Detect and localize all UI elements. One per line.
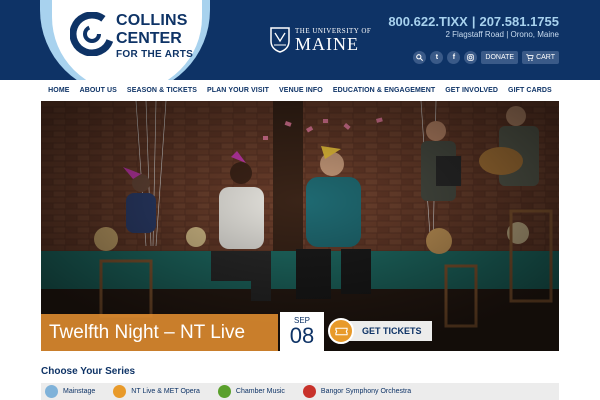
series-label: NT Live & MET Opera [131,388,200,395]
site-header: COLLINS CENTER FOR THE ARTS THE UNIVERSI… [0,0,600,80]
series-mainstage[interactable]: Mainstage [45,385,95,398]
logo-wordmark[interactable]: COLLINS CENTER FOR THE ARTS [116,13,193,60]
get-tickets-group[interactable]: GET TICKETS [328,317,432,345]
instagram-icon [467,54,475,61]
university-shield-icon [270,27,290,53]
logo-line-3: FOR THE ARTS [116,49,194,60]
get-tickets-button[interactable]: GET TICKETS [348,321,432,341]
phone-separator: | [471,14,476,29]
nav-home[interactable]: HOME [48,87,69,94]
cart-button[interactable]: CART [522,51,559,64]
ticket-icon [334,327,348,335]
nav-gift-cards[interactable]: GIFT CARDS [508,87,552,94]
nav-about-us[interactable]: ABOUT US [80,87,117,94]
logo-line-2: CENTER [116,30,182,47]
donate-button[interactable]: DONATE [481,51,519,64]
ticket-icon-badge[interactable] [328,318,354,344]
nav-venue-info[interactable]: VENUE INFO [279,87,323,94]
instagram-button[interactable] [464,51,478,64]
series-label: Bangor Symphony Orchestra [320,388,412,395]
phone-1[interactable]: 800.622.TIXX [388,14,468,29]
series-chamber-music[interactable]: Chamber Music [217,385,285,398]
cart-label: CART [536,54,555,61]
series-nt-live-met-opera[interactable]: NT Live & MET Opera [113,385,200,398]
nav-get-involved[interactable]: GET INVOLVED [445,87,498,94]
mainstage-icon [45,385,58,398]
event-date: SEP 08 [280,312,324,351]
series-heading: Choose Your Series [41,366,136,377]
university-name-big: MAINE [295,34,359,54]
chamber-music-icon [217,385,231,398]
event-day: 08 [289,323,315,348]
nav-education-engagement[interactable]: EDUCATION & ENGAGEMENT [333,87,435,94]
series-list: Mainstage NT Live & MET Opera Chamber Mu… [41,383,559,400]
twitter-icon[interactable]: t [430,51,444,64]
main-nav: HOME ABOUT US SEASON & TICKETS PLAN YOUR… [0,80,600,101]
search-icon [416,54,424,61]
facebook-icon[interactable]: f [447,51,461,64]
collins-center-logo-icon[interactable] [70,12,114,56]
nt-live-icon [113,385,127,398]
series-label: Chamber Music [235,388,285,395]
featured-event-title-bar[interactable]: Twelfth Night – NT Live [41,314,278,351]
phone-numbers: 800.622.TIXX | 207.581.1755 [388,14,559,29]
cart-icon [526,54,534,61]
series-bangor-symphony[interactable]: Bangor Symphony Orchestra [302,385,412,398]
search-button[interactable] [413,51,427,64]
series-label: Mainstage [63,388,96,395]
nav-season-tickets[interactable]: SEASON & TICKETS [127,87,197,94]
featured-event-title: Twelfth Night – NT Live [49,321,246,343]
phone-2[interactable]: 207.581.1755 [479,14,559,29]
logo-line-1: COLLINS [116,12,188,29]
nav-plan-your-visit[interactable]: PLAN YOUR VISIT [207,87,269,94]
university-logo[interactable]: THE UNIVERSITY OF MAINE [270,25,371,55]
symphony-icon [302,385,316,398]
address: 2 Flagstaff Road | Orono, Maine [445,30,559,39]
header-tools: t f DONATE CART [409,51,559,64]
